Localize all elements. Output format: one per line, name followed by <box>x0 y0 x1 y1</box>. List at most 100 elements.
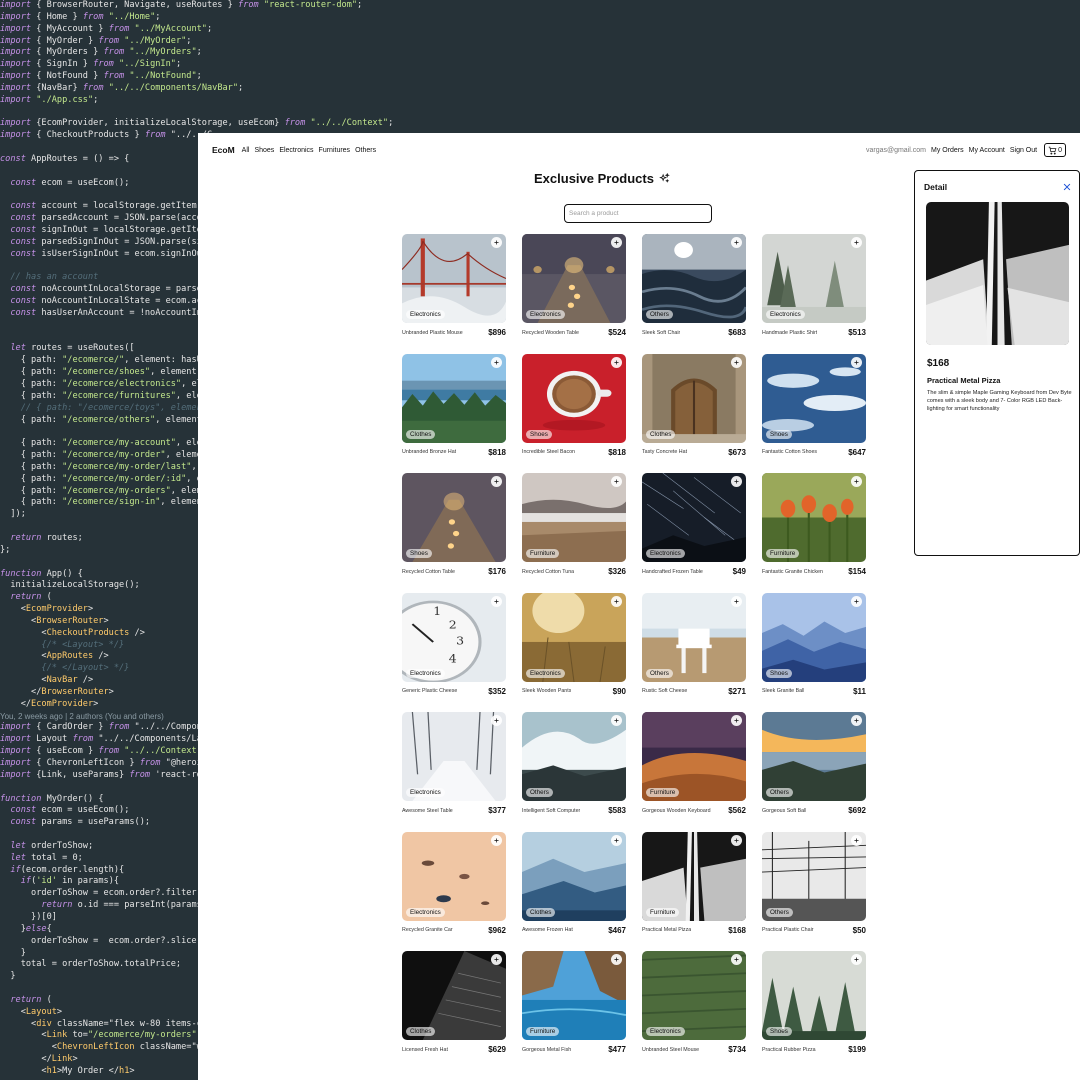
product-card[interactable]: Electronics Recycled Granite Car $962 <box>402 831 506 936</box>
plus-icon <box>854 718 859 723</box>
add-to-cart-button[interactable] <box>851 356 862 368</box>
add-to-cart-button[interactable] <box>491 834 502 846</box>
nav-link-electronics[interactable]: Electronics <box>279 147 313 154</box>
add-to-cart-button[interactable] <box>731 715 742 726</box>
add-to-cart-button[interactable] <box>611 834 622 846</box>
product-name: Unbranded Bronze Hat <box>402 449 457 455</box>
product-image: Electronics <box>402 234 506 323</box>
add-to-cart-button[interactable] <box>611 356 622 368</box>
cart-button[interactable]: 0 <box>1044 143 1066 157</box>
product-card[interactable]: Others Rustic Soft Cheese $271 <box>642 592 746 697</box>
add-to-cart-button[interactable] <box>611 476 622 487</box>
product-card[interactable]: Electronics Unbranded Steel Mouse $734 <box>642 951 746 1055</box>
product-card[interactable]: Clothes Tasty Concrete Hat $673 <box>642 353 746 458</box>
product-card[interactable]: Furniture Fantastic Granite Chicken $154 <box>762 473 866 577</box>
add-to-cart-button[interactable] <box>851 715 862 726</box>
product-card[interactable]: Others Intelligent Soft Computer $583 <box>522 712 626 816</box>
add-to-cart-button[interactable] <box>851 595 862 607</box>
product-price: $673 <box>728 447 746 457</box>
product-info: Gorgeous Soft Ball $692 <box>762 805 866 816</box>
product-card[interactable]: Electronics Awesome Steel Table $377 <box>402 712 506 816</box>
add-to-cart-button[interactable] <box>611 595 622 607</box>
add-to-cart-button[interactable] <box>851 476 862 487</box>
detail-description: The slim & simple Maple Gaming Keyboard … <box>927 390 1072 413</box>
product-info: Gorgeous Metal Fish $477 <box>522 1044 626 1055</box>
product-name: Tasty Concrete Hat <box>642 449 688 455</box>
add-to-cart-button[interactable] <box>611 954 622 965</box>
product-card[interactable]: Clothes Licensed Fresh Hat $629 <box>402 951 506 1055</box>
add-to-cart-button[interactable] <box>611 237 622 248</box>
product-card[interactable]: Shoes Sleek Granite Ball $11 <box>762 592 866 697</box>
product-card[interactable]: Clothes Unbranded Bronze Hat $818 <box>402 353 506 458</box>
add-to-cart-button[interactable] <box>851 834 862 846</box>
add-to-cart-button[interactable] <box>731 476 742 487</box>
nav-link-all[interactable]: All <box>242 147 250 154</box>
product-card[interactable]: Electronics Handcrafted Frozen Table $49 <box>642 473 746 577</box>
nav-link-furnitures[interactable]: Furnitures <box>319 147 351 154</box>
add-to-cart-button[interactable] <box>731 595 742 607</box>
product-price: $50 <box>852 925 866 935</box>
product-image: Electronics <box>762 234 866 323</box>
product-card[interactable]: Shoes Incredible Steel Bacon $818 <box>522 353 626 458</box>
nav-sign-out[interactable]: Sign Out <box>1010 147 1037 154</box>
add-to-cart-button[interactable] <box>851 954 862 965</box>
product-info: Generic Plastic Cheese $352 <box>402 686 506 697</box>
product-card[interactable]: Electronics Unbranded Plastic Mouse $896 <box>402 234 506 338</box>
product-image: Electronics <box>642 473 746 562</box>
product-card[interactable]: 1 2 3 4 Electronics Generic Plastic Cheese $35… <box>402 592 506 697</box>
plus-icon <box>734 479 739 484</box>
category-badge: Furniture <box>646 788 680 797</box>
product-card[interactable]: Others Gorgeous Soft Ball $692 <box>762 712 866 816</box>
product-card[interactable]: Electronics Handmade Plastic Shirt $513 <box>762 234 866 338</box>
category-badge: Others <box>646 668 673 678</box>
product-name: Fantastic Cotton Shoes <box>762 449 818 455</box>
product-card[interactable]: Shoes Fantastic Cotton Shoes $647 <box>762 353 866 458</box>
category-badge: Furniture <box>526 549 560 558</box>
product-info: Handmade Plastic Shirt $513 <box>762 327 866 338</box>
product-name: Rustic Soft Cheese <box>642 688 688 694</box>
add-to-cart-button[interactable] <box>731 356 742 368</box>
add-to-cart-button[interactable] <box>731 954 742 965</box>
product-price: $176 <box>488 567 506 576</box>
product-card[interactable]: Shoes Recycled Cotton Table $176 <box>402 473 506 577</box>
product-name: Gorgeous Soft Ball <box>762 807 807 814</box>
close-icon[interactable] <box>1062 182 1072 192</box>
search-input[interactable] <box>564 204 712 223</box>
add-to-cart-button[interactable] <box>851 237 862 248</box>
add-to-cart-button[interactable] <box>611 715 622 726</box>
product-name: Handcrafted Frozen Table <box>642 568 703 575</box>
brand-logo[interactable]: EcoM <box>212 145 235 155</box>
nav-link-shoes[interactable]: Shoes <box>254 147 274 154</box>
product-card[interactable]: Furniture Gorgeous Wooden Keyboard $562 <box>642 712 746 816</box>
add-to-cart-button[interactable] <box>491 476 502 487</box>
product-card[interactable]: Furniture Practical Metal Pizza $168 <box>642 831 746 936</box>
product-card[interactable]: Furniture Gorgeous Metal Fish $477 <box>522 951 626 1055</box>
product-card[interactable]: Shoes Practical Rubber Pizza $199 <box>762 951 866 1055</box>
product-price: $692 <box>848 806 866 815</box>
product-card[interactable]: Others Sleek Soft Chair $683 <box>642 234 746 338</box>
product-card[interactable]: Electronics Sleek Wooden Pants $90 <box>522 592 626 697</box>
product-card[interactable]: Others Practical Plastic Chair $50 <box>762 831 866 936</box>
add-to-cart-button[interactable] <box>491 237 502 248</box>
product-price: $377 <box>488 806 506 815</box>
product-card[interactable]: Clothes Awesome Frozen Hat $467 <box>522 831 626 936</box>
plus-icon <box>734 598 739 604</box>
product-image: Furniture <box>642 712 746 801</box>
svg-text:2: 2 <box>449 618 457 631</box>
product-name: Handmade Plastic Shirt <box>762 329 818 336</box>
product-name: Generic Plastic Cheese <box>402 688 458 694</box>
add-to-cart-button[interactable] <box>491 595 502 607</box>
category-badge: Electronics <box>646 1027 685 1036</box>
add-to-cart-button[interactable] <box>491 356 502 368</box>
add-to-cart-button[interactable] <box>491 954 502 965</box>
nav-link-others[interactable]: Others <box>355 147 376 154</box>
nav-my-orders[interactable]: My Orders <box>931 147 964 154</box>
add-to-cart-button[interactable] <box>491 715 502 726</box>
add-to-cart-button[interactable] <box>731 834 742 846</box>
add-to-cart-button[interactable] <box>731 237 742 248</box>
nav-my-account[interactable]: My Account <box>969 147 1005 154</box>
plus-icon <box>614 718 619 723</box>
product-card[interactable]: Furniture Recycled Cotton Tuna $326 <box>522 473 626 577</box>
product-card[interactable]: Electronics Recycled Wooden Table $524 <box>522 234 626 338</box>
product-price: $647 <box>848 447 866 457</box>
